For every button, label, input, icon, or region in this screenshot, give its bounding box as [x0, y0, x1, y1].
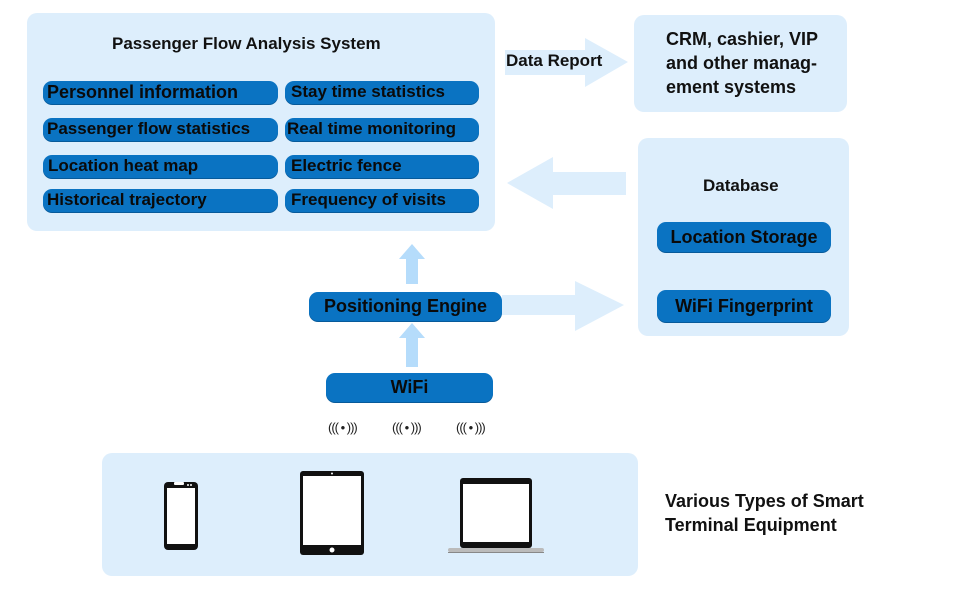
wifi-signal-icon: ((( • ))): [456, 420, 486, 435]
feature-real-time-monitoring[interactable]: Real time monitoring: [285, 118, 479, 141]
feature-passenger-flow-statistics[interactable]: Passenger flow statistics: [43, 118, 278, 141]
data-report-label: Data Report: [506, 51, 603, 70]
laptop-icon: [448, 478, 544, 553]
engine-to-system-arrow: [399, 244, 425, 284]
wifi-to-engine-arrow: [399, 323, 425, 367]
wifi-node[interactable]: WiFi: [326, 373, 493, 402]
feature-frequency-of-visits[interactable]: Frequency of visits: [285, 189, 479, 212]
database-location-storage[interactable]: Location Storage: [657, 222, 831, 252]
wifi-signal-icon: ((( • ))): [328, 420, 358, 435]
database-title: Database: [703, 176, 779, 195]
database-to-system-arrow: [507, 157, 626, 209]
feature-personnel-information[interactable]: Personnel information: [43, 81, 278, 104]
database-wifi-fingerprint[interactable]: WiFi Fingerprint: [657, 290, 831, 322]
positioning-engine[interactable]: Positioning Engine: [309, 292, 502, 321]
wifi-signal-icon: ((( • ))): [392, 420, 422, 435]
feature-stay-time-statistics[interactable]: Stay time statistics: [285, 81, 479, 104]
feature-location-heat-map[interactable]: Location heat map: [43, 155, 278, 178]
management-systems-label: CRM, cashier, VIP and other manag- ement…: [666, 29, 819, 97]
smartphone-icon: [164, 482, 198, 550]
engine-to-database-arrow: [502, 281, 624, 331]
passenger-flow-system-title: Passenger Flow Analysis System: [112, 34, 381, 53]
feature-historical-trajectory[interactable]: Historical trajectory: [43, 189, 278, 212]
terminals-label: Various Types of Smart Terminal Equipmen…: [665, 491, 864, 535]
tablet-icon: [300, 471, 364, 555]
feature-electric-fence[interactable]: Electric fence: [285, 155, 479, 178]
